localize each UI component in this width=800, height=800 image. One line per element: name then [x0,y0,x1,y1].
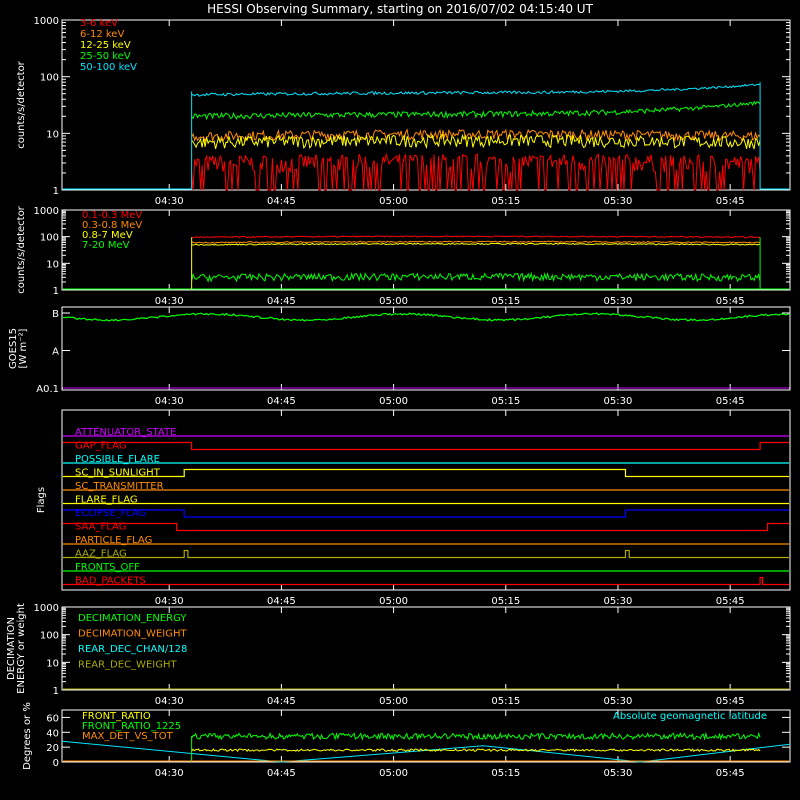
x-tick-label: 05:15 [491,596,520,607]
legend-entry: 7-20 MeV [82,240,130,251]
x-tick-label: 05:30 [604,696,633,707]
x-tick-label: 04:45 [267,296,296,307]
y-tick-label: 40 [46,728,59,739]
x-tick-label: 04:45 [267,596,296,607]
y-axis-label: Flags [36,487,47,513]
y-tick-label: 1 [53,686,59,697]
x-tick-label: 05:00 [379,596,408,607]
x-tick-label: 04:45 [267,768,296,779]
y-tick-label: 100 [40,631,59,642]
x-tick-label: 04:45 [267,196,296,207]
hessi-summary-chart: HESSI Observing Summary, starting on 201… [0,0,800,800]
y-tick-label: 1 [53,186,59,197]
x-tick-label: 05:30 [604,296,633,307]
x-tick-label: 05:45 [716,196,745,207]
y-axis-label: counts/s/detector [16,205,27,293]
y-tick-label: B [52,309,59,320]
x-tick-label: 04:30 [155,696,184,707]
y-tick-label: 10 [46,658,59,669]
legend-entry: 50-100 keV [80,62,137,73]
legend-entry: 3-6 keV [80,18,118,29]
x-tick-label: 05:30 [604,596,633,607]
y-tick-label: 100 [40,73,59,84]
y-tick-label: A0.1 [36,384,59,395]
annotation: Absolute geomagnetic latitude [613,711,767,722]
x-tick-label: 04:45 [267,396,296,407]
y-axis-label: Degrees or % [22,702,33,770]
x-tick-label: 05:00 [379,768,408,779]
x-tick-label: 05:45 [716,596,745,607]
x-tick-label: 05:30 [604,768,633,779]
y-tick-label: A [52,347,59,358]
chart-title: HESSI Observing Summary, starting on 201… [207,2,593,16]
legend-entry: 6-12 keV [80,29,124,40]
y-tick-label: 0 [53,758,59,769]
x-tick-label: 05:15 [491,768,520,779]
x-tick-label: 04:30 [155,768,184,779]
legend-entry: 12-25 keV [80,40,131,51]
y-tick-label: 100 [40,233,59,244]
x-tick-label: 05:45 [716,696,745,707]
y-axis-label: [W m⁻²] [18,328,29,368]
x-tick-label: 05:15 [491,396,520,407]
y-axis-label: counts/s/detector [16,60,27,148]
legend-entry: REAR_DEC_WEIGHT [78,660,177,671]
legend-entry: DECIMATION_WEIGHT [78,629,187,640]
x-tick-label: 05:45 [716,396,745,407]
y-tick-label: 1000 [34,206,59,217]
x-tick-label: 05:15 [491,696,520,707]
legend-entry: REAR_DEC_CHAN/128 [78,644,187,655]
x-tick-label: 05:45 [716,296,745,307]
x-tick-label: 04:30 [155,196,184,207]
y-tick-label: 1 [53,286,59,297]
x-tick-label: 04:30 [155,596,184,607]
x-tick-label: 04:30 [155,296,184,307]
x-tick-label: 05:00 [379,196,408,207]
y-tick-label: 10 [46,129,59,140]
x-tick-label: 04:45 [267,696,296,707]
x-tick-label: 05:45 [716,768,745,779]
x-tick-label: 05:00 [379,296,408,307]
x-tick-label: 05:30 [604,396,633,407]
x-tick-label: 05:15 [491,296,520,307]
x-tick-label: 05:15 [491,196,520,207]
legend-entry: 25-50 keV [80,51,131,62]
y-tick-label: 60 [46,713,59,724]
y-axis-label: ENERGY or weight [16,603,27,694]
x-tick-label: 05:00 [379,396,408,407]
x-tick-label: 05:00 [379,696,408,707]
y-tick-label: 20 [46,743,59,754]
x-tick-label: 05:30 [604,196,633,207]
x-tick-label: 04:30 [155,396,184,407]
legend-entry: MAX_DET_VS_TOT [82,731,174,742]
y-tick-label: 10 [46,259,59,270]
y-tick-label: 1000 [34,603,59,614]
y-tick-label: 1000 [34,16,59,27]
legend-entry: DECIMATION_ENERGY [78,613,187,624]
